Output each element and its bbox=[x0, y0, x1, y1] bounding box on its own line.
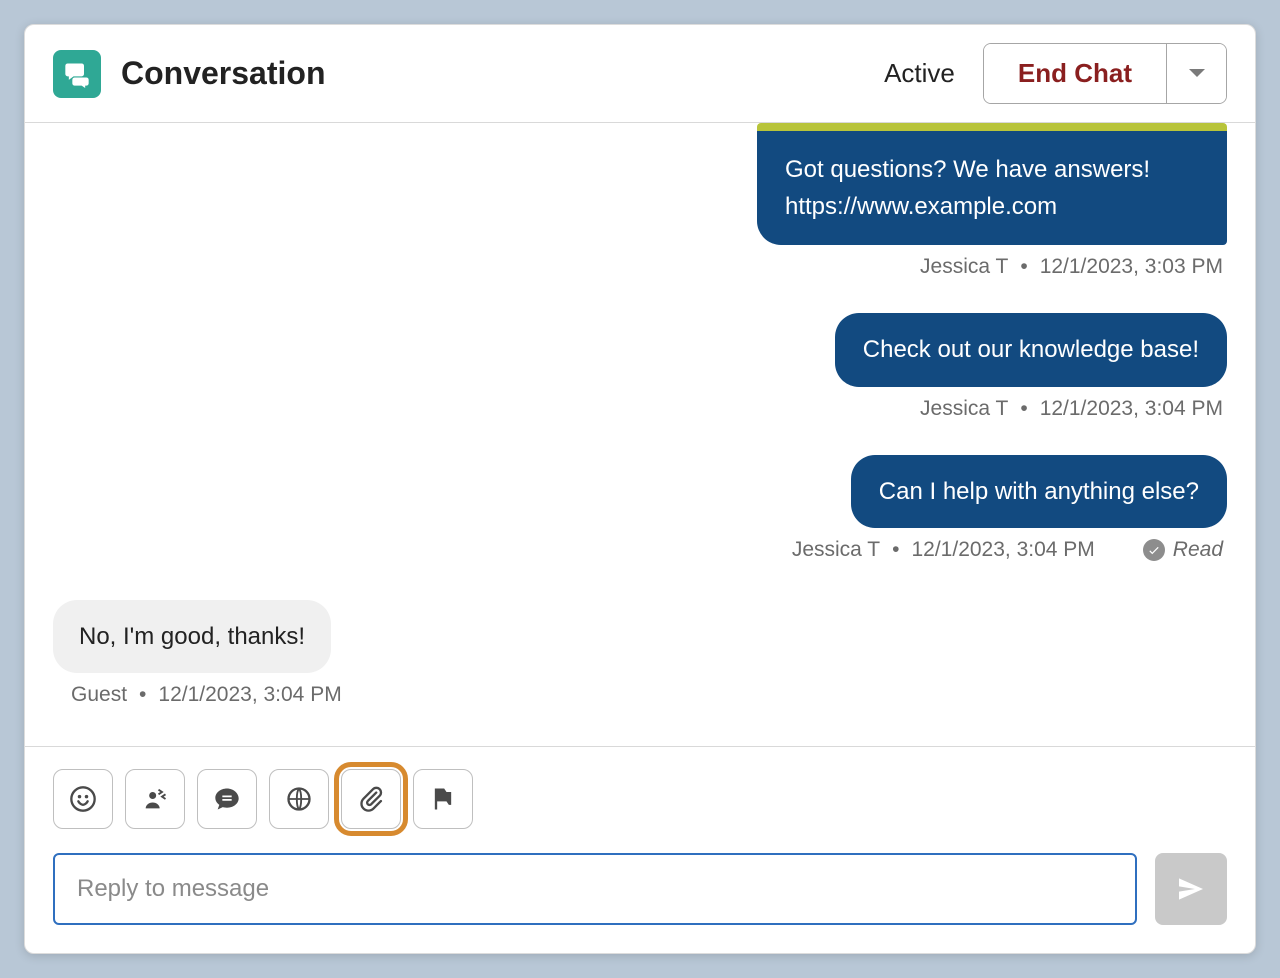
message-timestamp: 12/1/2023, 3:04 PM bbox=[1040, 397, 1223, 421]
translate-button[interactable] bbox=[269, 769, 329, 829]
chevron-down-icon bbox=[1187, 67, 1207, 81]
check-icon bbox=[1143, 539, 1165, 561]
transfer-button[interactable] bbox=[125, 769, 185, 829]
message-meta: Jessica T 12/1/2023, 3:03 PM bbox=[920, 255, 1227, 279]
message-author: Jessica T bbox=[920, 397, 1008, 421]
message-icon bbox=[213, 785, 241, 813]
paperclip-icon bbox=[357, 785, 385, 813]
message-bubble: No, I'm good, thanks! bbox=[53, 600, 331, 674]
message-meta: Jessica T 12/1/2023, 3:04 PM Read bbox=[792, 538, 1227, 562]
conversation-icon bbox=[53, 50, 101, 98]
conversation-body: Got questions? We have answers! https://… bbox=[25, 123, 1255, 746]
message-text: No, I'm good, thanks! bbox=[79, 623, 305, 650]
message-accent-bar bbox=[757, 123, 1227, 131]
message-timestamp: 12/1/2023, 3:04 PM bbox=[158, 683, 341, 707]
message-link[interactable]: https://www.example.com bbox=[785, 188, 1199, 225]
message-agent: Can I help with anything else? Jessica T… bbox=[53, 455, 1227, 562]
message-author: Jessica T bbox=[792, 538, 880, 562]
smiley-icon bbox=[69, 785, 97, 813]
conversation-panel: Conversation Active End Chat Got questio… bbox=[24, 24, 1256, 954]
page-title: Conversation bbox=[121, 55, 884, 92]
message-bubble: Can I help with anything else? bbox=[851, 455, 1227, 528]
status-label: Active bbox=[884, 58, 955, 89]
composer-toolbar bbox=[53, 769, 1227, 829]
message-timestamp: 12/1/2023, 3:03 PM bbox=[1040, 255, 1223, 279]
transfer-user-icon bbox=[141, 785, 169, 813]
translate-icon bbox=[285, 785, 313, 813]
composer-area bbox=[25, 746, 1255, 953]
message-agent: Got questions? We have answers! https://… bbox=[53, 123, 1227, 279]
message-agent: Check out our knowledge base! Jessica T … bbox=[53, 313, 1227, 420]
message-bubble: Check out our knowledge base! bbox=[835, 313, 1227, 386]
end-chat-dropdown[interactable] bbox=[1166, 44, 1226, 103]
composer-input-row bbox=[53, 853, 1227, 925]
send-button[interactable] bbox=[1155, 853, 1227, 925]
panel-header: Conversation Active End Chat bbox=[25, 25, 1255, 123]
message-author: Guest bbox=[71, 683, 127, 707]
flag-button[interactable] bbox=[413, 769, 473, 829]
attach-button[interactable] bbox=[341, 769, 401, 829]
quick-message-button[interactable] bbox=[197, 769, 257, 829]
message-text-line: Got questions? We have answers! bbox=[785, 151, 1199, 188]
message-meta: Guest 12/1/2023, 3:04 PM bbox=[53, 683, 342, 707]
reply-input[interactable] bbox=[53, 853, 1137, 925]
message-meta: Jessica T 12/1/2023, 3:04 PM bbox=[920, 397, 1227, 421]
flag-icon bbox=[429, 785, 457, 813]
end-chat-button[interactable]: End Chat bbox=[984, 44, 1166, 103]
send-icon bbox=[1175, 873, 1207, 905]
message-timestamp: 12/1/2023, 3:04 PM bbox=[911, 538, 1094, 562]
read-status: Read bbox=[1143, 538, 1223, 562]
read-label: Read bbox=[1173, 538, 1223, 562]
message-author: Jessica T bbox=[920, 255, 1008, 279]
emoji-button[interactable] bbox=[53, 769, 113, 829]
message-bubble: Got questions? We have answers! https://… bbox=[757, 123, 1227, 245]
message-guest: No, I'm good, thanks! Guest 12/1/2023, 3… bbox=[53, 600, 1227, 708]
message-text: Check out our knowledge base! bbox=[863, 336, 1199, 363]
message-text: Can I help with anything else? bbox=[879, 478, 1199, 505]
end-chat-split-button: End Chat bbox=[983, 43, 1227, 104]
